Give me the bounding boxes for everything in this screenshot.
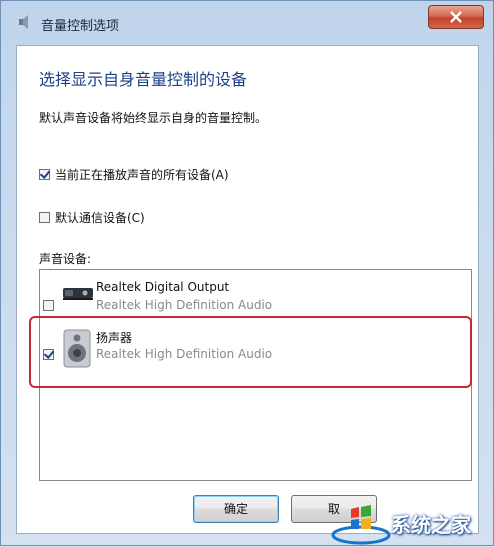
default-comm-device-label: 默认通信设备(C)	[55, 211, 145, 225]
device-name: Realtek Digital Output	[96, 280, 230, 294]
option-default-comm-device[interactable]: 默认通信设备(C)	[39, 209, 145, 226]
title-bar: 音量控制选项	[1, 1, 494, 45]
close-icon	[450, 11, 462, 23]
watermark-text: 系统之家	[391, 513, 471, 537]
dialog-window: 音量控制选项 选择显示自身音量控制的设备 默认声音设备将始终显示自身的音量控制。…	[0, 0, 494, 546]
dialog-content: 选择显示自身音量控制的设备 默认声音设备将始终显示自身的音量控制。 当前正在播放…	[16, 45, 479, 534]
page-heading: 选择显示自身音量控制的设备	[39, 70, 248, 89]
speaker-title-icon	[17, 13, 35, 31]
devices-section-label: 声音设备:	[39, 252, 92, 266]
ok-button[interactable]: 确定	[193, 495, 279, 523]
windows-logo-icon	[331, 505, 391, 545]
window-title: 音量控制选项	[41, 19, 120, 34]
device-driver: Realtek High Definition Audio	[96, 298, 273, 312]
digital-output-icon	[62, 282, 94, 308]
highlight-box	[29, 316, 472, 388]
digital-output-checkbox[interactable]	[43, 300, 54, 311]
description-text: 默认声音设备将始终显示自身的音量控制。	[39, 111, 268, 125]
site-watermark: 系统之家	[331, 499, 494, 547]
default-comm-device-checkbox[interactable]	[39, 212, 50, 223]
close-button[interactable]	[428, 5, 484, 29]
all-playing-devices-checkbox[interactable]	[39, 169, 50, 180]
option-all-playing-devices[interactable]: 当前正在播放声音的所有设备(A)	[39, 166, 229, 183]
all-playing-devices-label: 当前正在播放声音的所有设备(A)	[55, 168, 229, 182]
